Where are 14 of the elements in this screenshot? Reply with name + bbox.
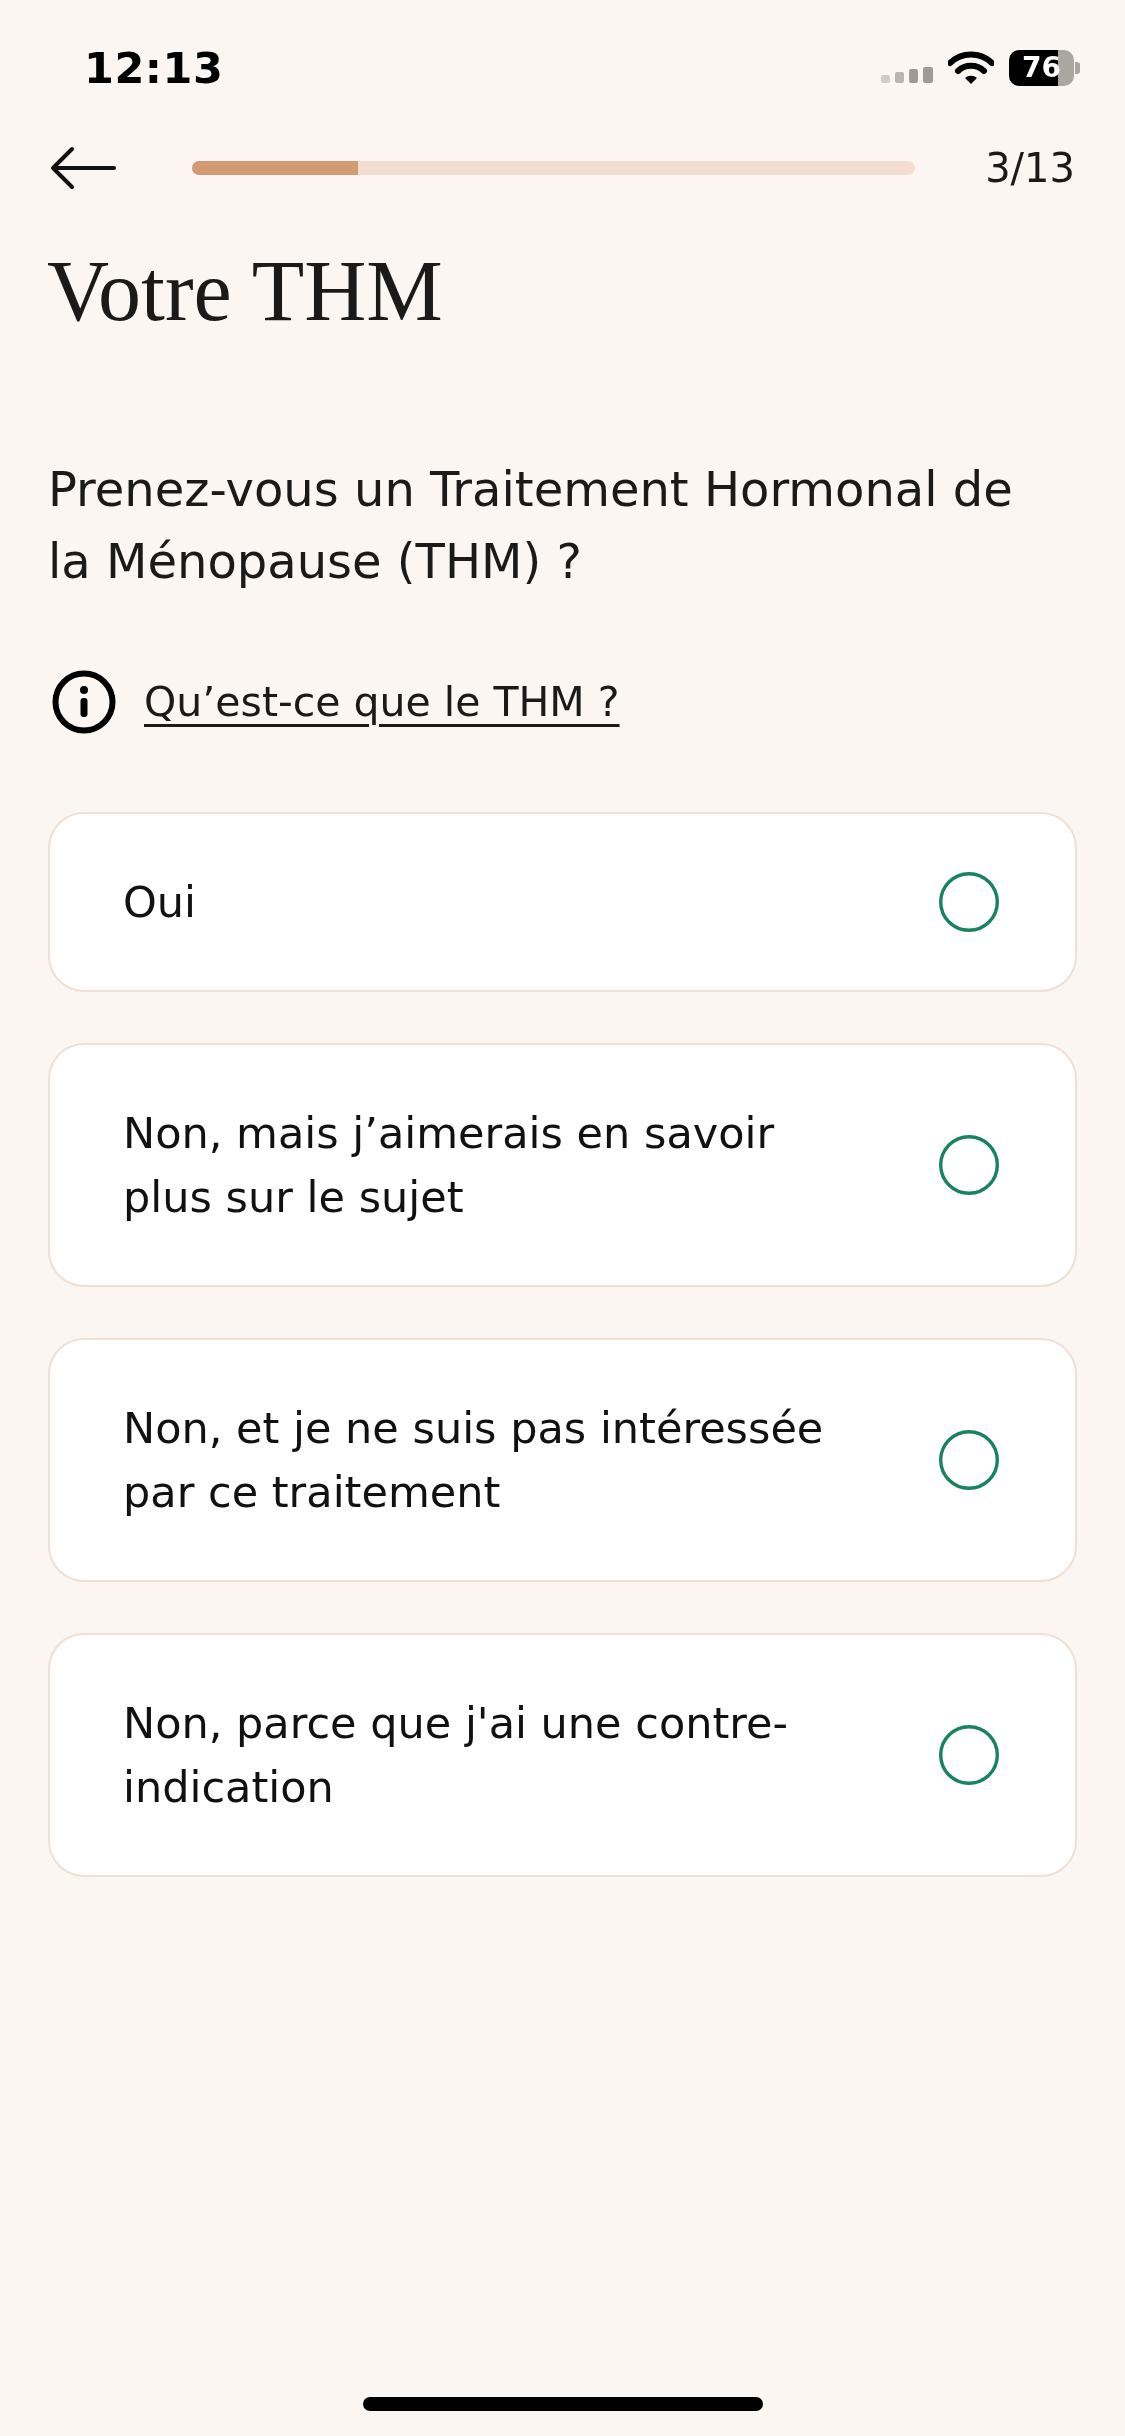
info-link[interactable]: Qu’est-ce que le THM ?: [144, 678, 620, 726]
page-title: Votre THM: [47, 242, 443, 341]
signal-icon: [881, 67, 933, 83]
wifi-icon: [948, 51, 994, 85]
answer-option[interactable]: Non, parce que j'ai une contre-indication: [48, 1633, 1077, 1877]
status-time: 12:13: [84, 43, 224, 93]
back-button[interactable]: [50, 146, 117, 190]
info-icon: [52, 670, 116, 734]
answer-option[interactable]: Non, et je ne suis pas intéressée par ce traitement: [48, 1338, 1077, 1582]
arrow-left-icon: [50, 146, 117, 190]
answer-option[interactable]: Non, mais j’aimerais en savoir plus sur le sujet: [48, 1043, 1077, 1287]
answer-option[interactable]: Oui: [48, 812, 1077, 992]
question-text: Prenez-vous un Traitement Hormonal de la Ménopause (THM) ?: [48, 460, 1014, 591]
step-counter: 3/13: [985, 145, 1075, 191]
